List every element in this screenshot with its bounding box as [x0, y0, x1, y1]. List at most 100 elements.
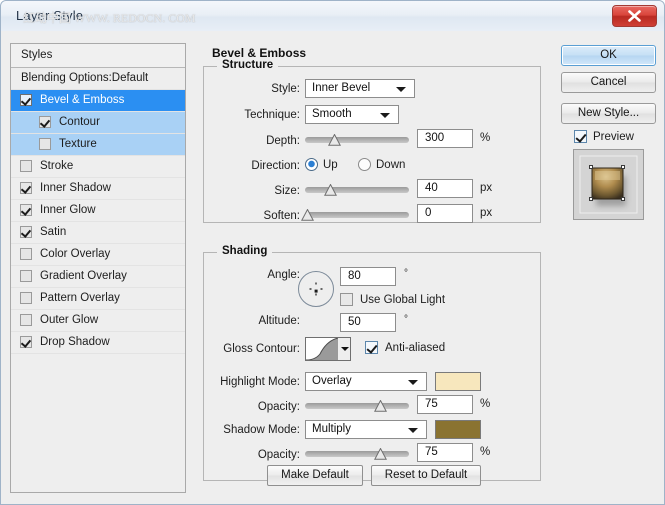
sidebar-item-label: Bevel & Emboss: [40, 94, 124, 106]
gloss-contour-label: Gloss Contour:: [200, 343, 300, 355]
anti-aliased-label[interactable]: Anti-aliased: [385, 342, 445, 354]
sidebar-item-gradient-overlay[interactable]: Gradient Overlay: [11, 266, 185, 288]
size-input[interactable]: 40: [417, 179, 473, 198]
direction-up-radio[interactable]: [305, 158, 318, 171]
use-global-light-label[interactable]: Use Global Light: [360, 294, 445, 306]
sidebar-item-bevel-emboss[interactable]: Bevel & Emboss: [11, 90, 185, 112]
anti-aliased-checkbox[interactable]: [365, 341, 378, 354]
gloss-contour-preview[interactable]: [305, 337, 339, 361]
close-button[interactable]: [612, 5, 657, 27]
sidebar-item-satin[interactable]: Satin: [11, 222, 185, 244]
highlight-mode-select[interactable]: Overlay: [305, 372, 427, 391]
checkbox-icon[interactable]: [20, 314, 32, 326]
depth-input[interactable]: 300: [417, 129, 473, 148]
ok-button[interactable]: OK: [561, 45, 656, 66]
checkbox-icon[interactable]: [20, 270, 32, 282]
shadow-opacity-input[interactable]: 75: [417, 443, 473, 462]
new-style-button[interactable]: New Style...: [561, 103, 656, 124]
panel-heading: Bevel & Emboss: [207, 46, 311, 60]
checkbox-icon[interactable]: [39, 138, 51, 150]
size-unit: px: [480, 182, 492, 194]
sidebar-item-label: Outer Glow: [40, 314, 98, 326]
sidebar-item-contour[interactable]: Contour: [11, 112, 185, 134]
depth-label: Depth:: [230, 135, 300, 147]
layer-preview-thumbnail: [573, 149, 644, 220]
checkbox-icon[interactable]: [20, 226, 32, 238]
direction-up-label[interactable]: Up: [323, 159, 338, 171]
slider-thumb[interactable]: [301, 209, 314, 221]
sidebar-item-texture[interactable]: Texture: [11, 134, 185, 156]
slider-thumb[interactable]: [374, 400, 387, 412]
highlight-opacity-label: Opacity:: [230, 401, 300, 413]
altitude-input[interactable]: 50: [340, 313, 396, 332]
sidebar-item-drop-shadow[interactable]: Drop Shadow: [11, 332, 185, 354]
technique-select-value: Smooth: [312, 108, 352, 120]
checkbox-icon[interactable]: [20, 248, 32, 260]
sidebar-item-color-overlay[interactable]: Color Overlay: [11, 244, 185, 266]
highlight-opacity-slider[interactable]: [305, 399, 409, 413]
soften-unit: px: [480, 207, 492, 219]
sidebar-item-label: Inner Shadow: [40, 182, 111, 194]
shadow-opacity-slider[interactable]: [305, 447, 409, 461]
style-select-value: Inner Bevel: [312, 82, 370, 94]
preview-label[interactable]: Preview: [593, 131, 634, 143]
make-default-button[interactable]: Make Default: [267, 465, 363, 486]
highlight-color-swatch[interactable]: [435, 372, 481, 391]
sidebar-item-inner-glow[interactable]: Inner Glow: [11, 200, 185, 222]
technique-select[interactable]: Smooth: [305, 105, 399, 124]
angle-unit: °: [404, 268, 408, 279]
slider-thumb[interactable]: [328, 134, 341, 146]
slider-thumb[interactable]: [374, 448, 387, 460]
soften-slider[interactable]: [305, 208, 409, 222]
use-global-light-checkbox[interactable]: [340, 293, 353, 306]
sidebar-item-stroke[interactable]: Stroke: [11, 156, 185, 178]
sidebar-item-label: Contour: [59, 116, 100, 128]
styles-list: Blending Options:Default Bevel & Emboss …: [11, 68, 185, 354]
checkbox-icon[interactable]: [39, 116, 51, 128]
sidebar-item-inner-shadow[interactable]: Inner Shadow: [11, 178, 185, 200]
angle-dial[interactable]: [298, 271, 334, 307]
size-slider[interactable]: [305, 183, 409, 197]
checkbox-icon[interactable]: [20, 160, 32, 172]
soften-value: 0: [425, 207, 431, 219]
angle-label: Angle:: [230, 269, 300, 281]
depth-value: 300: [425, 132, 444, 144]
close-icon: [627, 10, 642, 22]
altitude-value: 50: [348, 316, 361, 328]
checkbox-icon[interactable]: [20, 182, 32, 194]
size-label: Size:: [235, 185, 300, 197]
technique-label: Technique:: [215, 109, 300, 121]
checkbox-icon[interactable]: [20, 204, 32, 216]
sidebar-item-label: Texture: [59, 138, 97, 150]
highlight-opacity-value: 75: [425, 398, 438, 410]
checkbox-icon[interactable]: [20, 336, 32, 348]
sidebar-item-blending-options[interactable]: Blending Options:Default: [11, 68, 185, 90]
slider-thumb[interactable]: [324, 184, 337, 196]
reset-to-default-button[interactable]: Reset to Default: [371, 465, 481, 486]
preview-checkbox[interactable]: [574, 130, 587, 143]
gloss-contour-dropdown[interactable]: [338, 337, 351, 361]
preview-canvas: [574, 150, 643, 219]
chevron-down-icon: [396, 87, 406, 92]
gloss-curve-icon: [306, 338, 338, 360]
angle-input[interactable]: 80: [340, 267, 396, 286]
sidebar-item-label: Gradient Overlay: [40, 270, 127, 282]
depth-slider[interactable]: [305, 133, 409, 147]
highlight-opacity-input[interactable]: 75: [417, 395, 473, 414]
shadow-color-swatch[interactable]: [435, 420, 481, 439]
altitude-label: Altitude:: [220, 315, 300, 327]
direction-down-radio[interactable]: [358, 158, 371, 171]
soften-input[interactable]: 0: [417, 204, 473, 223]
checkbox-icon[interactable]: [20, 94, 32, 106]
checkbox-icon[interactable]: [20, 292, 32, 304]
styles-panel: Styles Blending Options:Default Bevel & …: [10, 43, 186, 493]
shadow-mode-select[interactable]: Multiply: [305, 420, 427, 439]
style-label: Style:: [225, 83, 300, 95]
cancel-button[interactable]: Cancel: [561, 72, 656, 93]
style-select[interactable]: Inner Bevel: [305, 79, 415, 98]
sidebar-item-pattern-overlay[interactable]: Pattern Overlay: [11, 288, 185, 310]
sidebar-item-outer-glow[interactable]: Outer Glow: [11, 310, 185, 332]
direction-down-label[interactable]: Down: [376, 159, 405, 171]
sidebar-item-label: Inner Glow: [40, 204, 96, 216]
slider-track: [305, 403, 409, 409]
